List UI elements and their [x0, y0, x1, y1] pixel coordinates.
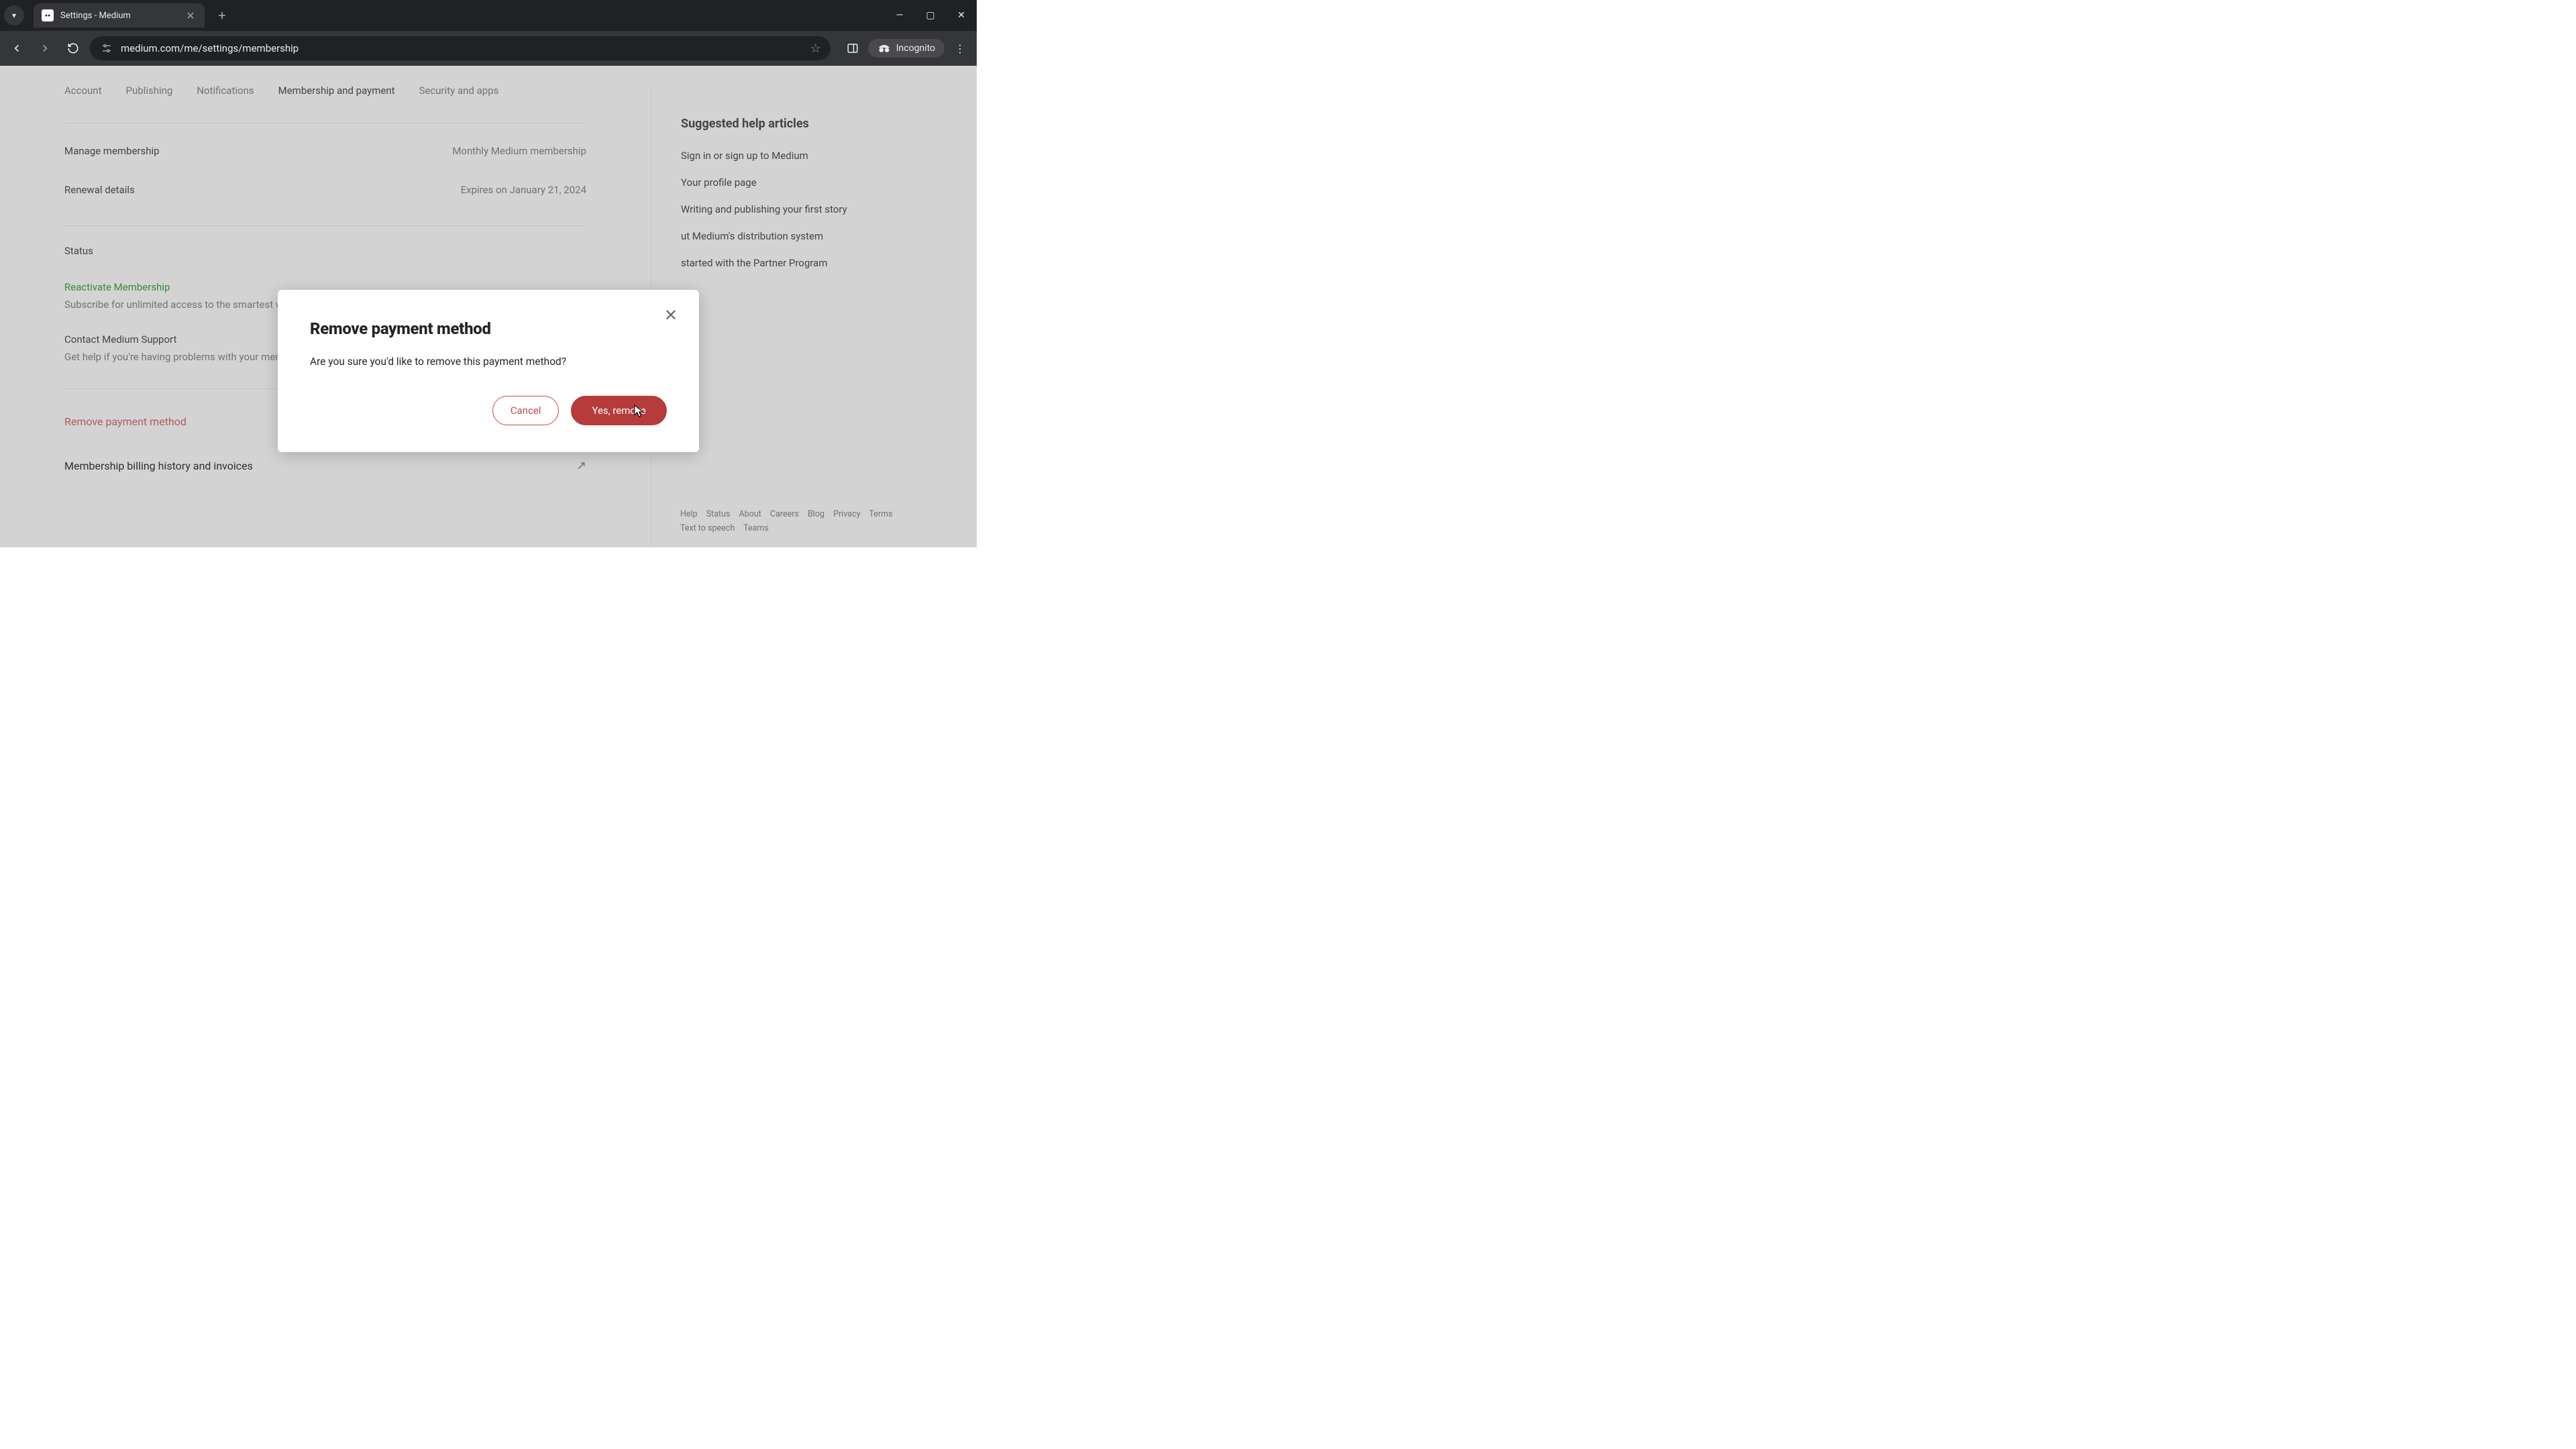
- close-icon: ✕: [664, 306, 678, 325]
- incognito-indicator[interactable]: Incognito: [868, 39, 945, 58]
- address-bar[interactable]: medium.com/me/settings/membership ☆: [90, 36, 830, 60]
- confirm-remove-button[interactable]: Yes, remove: [571, 396, 667, 425]
- side-panel-icon[interactable]: [841, 37, 864, 60]
- bookmark-star-icon[interactable]: ☆: [810, 42, 821, 56]
- tab-bar: ▾ •• Settings - Medium ✕ + — ▢ ✕: [0, 0, 977, 31]
- site-settings-icon[interactable]: [99, 41, 114, 56]
- nav-bar: medium.com/me/settings/membership ☆ Inco…: [0, 31, 977, 66]
- browser-chrome: ▾ •• Settings - Medium ✕ + — ▢ ✕ medium.…: [0, 0, 977, 66]
- close-tab-icon[interactable]: ✕: [184, 9, 197, 22]
- cancel-button[interactable]: Cancel: [492, 396, 559, 425]
- forward-button[interactable]: [34, 37, 56, 60]
- incognito-label: Incognito: [896, 43, 935, 54]
- cursor-icon: [633, 404, 645, 419]
- minimize-button[interactable]: —: [884, 0, 915, 31]
- modal-body: Are you sure you'd like to remove this p…: [310, 356, 667, 368]
- chrome-actions: Incognito ⋮: [841, 37, 971, 60]
- tab-search-dropdown[interactable]: ▾: [4, 5, 24, 25]
- modal-actions: Cancel Yes, remove: [310, 396, 667, 425]
- window-controls: — ▢ ✕: [884, 0, 977, 31]
- remove-payment-modal: ✕ Remove payment method Are you sure you…: [278, 290, 699, 452]
- favicon-icon: ••: [42, 9, 54, 21]
- page-viewport: Account Publishing Notifications Members…: [0, 66, 977, 547]
- modal-close-button[interactable]: ✕: [661, 306, 680, 325]
- chrome-menu-icon[interactable]: ⋮: [949, 37, 971, 60]
- modal-title: Remove payment method: [310, 319, 667, 338]
- new-tab-button[interactable]: +: [211, 7, 233, 23]
- maximize-button[interactable]: ▢: [915, 0, 946, 31]
- incognito-icon: [877, 44, 891, 53]
- browser-tab[interactable]: •• Settings - Medium ✕: [34, 3, 205, 28]
- url-text: medium.com/me/settings/membership: [121, 42, 804, 54]
- chevron-down-icon: ▾: [12, 11, 16, 20]
- reload-button[interactable]: [62, 37, 85, 60]
- back-button[interactable]: [5, 37, 28, 60]
- tab-title: Settings - Medium: [60, 11, 178, 21]
- close-window-button[interactable]: ✕: [946, 0, 977, 31]
